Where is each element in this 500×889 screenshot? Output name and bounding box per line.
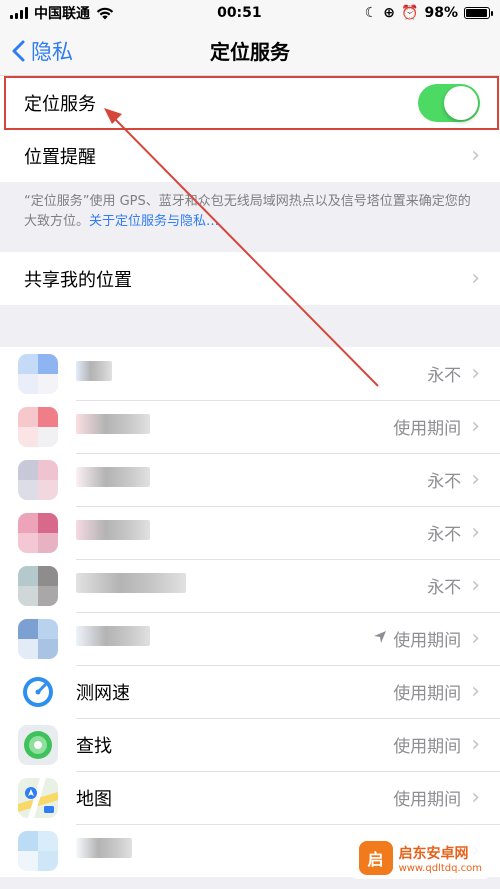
location-services-note: “定位服务”使用 GPS、蓝牙和众包无线局域网热点以及信号塔位置来确定您的大致方… — [0, 182, 500, 252]
battery-percent: 98% — [424, 5, 458, 21]
blurred-app-icon — [18, 618, 58, 659]
app-name: 查找 — [76, 735, 112, 757]
app-list: 永不 › 使用期间 › 永不 › 永不 › 永不 › 使用期间 › 测网速 使用期间 › 查找 使用期间 › 地图使… — [0, 347, 500, 877]
blurred-app-name — [76, 467, 427, 492]
app-row[interactable]: 永不 › — [0, 347, 500, 400]
blurred-app-icon — [18, 565, 58, 606]
watermark-logo: 启 — [358, 841, 393, 875]
chevron-right-icon: › — [471, 573, 480, 598]
clock: 00:51 — [217, 5, 262, 21]
watermark-text: 启东安卓网 www.qdltdq.com — [399, 843, 482, 874]
privacy-link[interactable]: 关于定位服务与隐私… — [89, 214, 219, 229]
speedtest-icon — [18, 671, 58, 712]
signal-icon — [10, 7, 28, 19]
find-my-icon — [18, 724, 58, 765]
blurred-app-icon — [18, 459, 58, 500]
share-my-location-row[interactable]: 共享我的位置 › — [0, 252, 500, 305]
blurred-app-name — [76, 361, 427, 386]
app-name: 测网速 — [76, 682, 130, 704]
watermark: 启 启东安卓网 www.qdltdq.com — [350, 837, 490, 879]
app-row[interactable]: 查找 使用期间 › — [0, 718, 500, 771]
app-row[interactable]: 永不 › — [0, 559, 500, 612]
chevron-right-icon: › — [471, 732, 480, 757]
blurred-app-icon — [18, 512, 58, 553]
location-arrow-icon — [373, 630, 387, 648]
app-row[interactable]: 测网速 使用期间 › — [0, 665, 500, 718]
wifi-icon — [96, 7, 114, 19]
navigation-bar: 隐私 定位服务 — [0, 26, 500, 76]
blurred-app-icon — [18, 406, 58, 447]
blurred-app-icon — [18, 353, 58, 394]
alarm-icon: ⏰ — [401, 5, 419, 21]
share-group: 共享我的位置 › — [0, 252, 500, 305]
app-row[interactable]: 永不 › — [0, 506, 500, 559]
watermark-url: www.qdltdq.com — [398, 862, 482, 874]
carrier-label: 中国联通 — [34, 6, 90, 22]
chevron-right-icon: › — [471, 266, 480, 291]
chevron-right-icon: › — [471, 467, 480, 492]
chevron-right-icon: › — [471, 520, 480, 545]
do-not-disturb-icon: ☾ — [364, 5, 378, 21]
chevron-right-icon: › — [471, 361, 480, 386]
location-services-toggle[interactable] — [418, 83, 480, 122]
chevron-right-icon: › — [471, 679, 480, 704]
page-title: 定位服务 — [210, 40, 290, 64]
app-name: 地图 — [76, 788, 112, 810]
app-permission: 永不 — [427, 578, 462, 598]
app-permission: 永不 — [427, 525, 462, 545]
blurred-app-name — [76, 573, 427, 598]
app-permission: 永不 — [427, 472, 462, 492]
blurred-app-icon — [18, 830, 58, 871]
app-row[interactable]: 地图 使用期间 › — [0, 771, 500, 824]
chevron-right-icon: › — [471, 143, 480, 168]
app-permission: 使用期间 — [393, 419, 462, 439]
watermark-title: 启东安卓网 — [398, 845, 469, 862]
chevron-left-icon — [12, 40, 25, 62]
blurred-app-name — [76, 520, 427, 545]
share-my-location-label: 共享我的位置 — [24, 269, 132, 291]
blurred-app-name — [76, 626, 373, 651]
app-permission: 永不 — [427, 366, 462, 386]
app-permission: 使用期间 — [393, 790, 462, 810]
blurred-app-name — [76, 414, 393, 439]
maps-icon — [18, 777, 58, 818]
chevron-right-icon: › — [471, 626, 480, 651]
app-permission: 使用期间 — [393, 684, 462, 704]
location-settings-group: 定位服务 位置提醒 › — [0, 76, 500, 182]
toggle-knob — [444, 85, 478, 120]
status-left: 中国联通 — [10, 3, 114, 23]
location-alerts-label: 位置提醒 — [24, 146, 96, 168]
app-row[interactable]: 使用期间 › — [0, 612, 500, 665]
status-right: ☾ ⊕ ⏰ 98% — [364, 5, 493, 21]
location-alerts-row[interactable]: 位置提醒 › — [0, 129, 500, 182]
location-services-row: 定位服务 — [0, 76, 500, 129]
back-label: 隐私 — [31, 40, 73, 64]
app-row[interactable]: 永不 › — [0, 453, 500, 506]
back-button[interactable]: 隐私 — [12, 26, 73, 76]
chevron-right-icon: › — [471, 414, 480, 439]
orientation-lock-icon: ⊕ — [383, 5, 396, 21]
app-row[interactable]: 使用期间 › — [0, 400, 500, 453]
chevron-right-icon: › — [471, 785, 480, 810]
app-permission: 使用期间 — [393, 737, 462, 757]
battery-icon — [463, 7, 493, 19]
status-bar: 中国联通 00:51 ☾ ⊕ ⏰ 98% — [0, 0, 500, 26]
app-permission: 使用期间 — [393, 631, 462, 651]
location-services-label: 定位服务 — [24, 93, 96, 115]
